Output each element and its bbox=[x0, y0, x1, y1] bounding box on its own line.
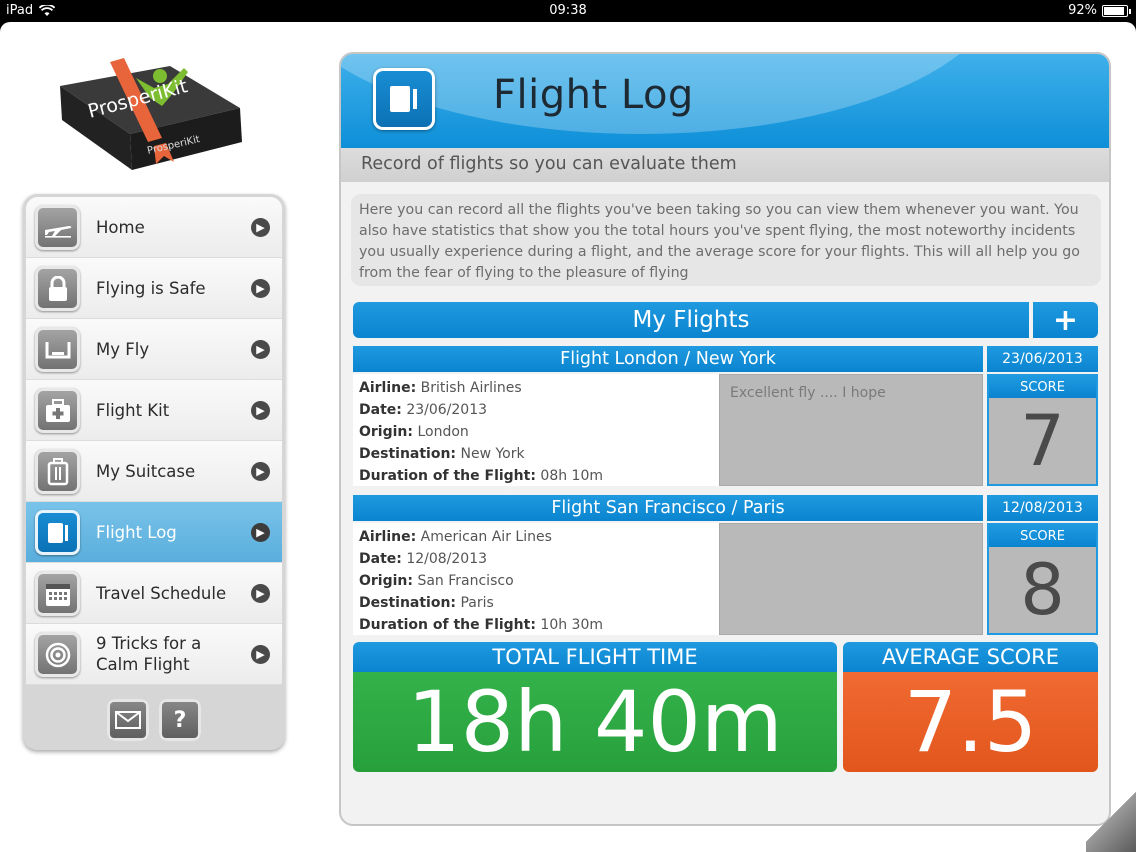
flight-log-panel: Flight Log Record of flights so you can … bbox=[339, 52, 1111, 826]
sidebar-list: Home ▶ Flying is Safe ▶ My Fly ▶ Flight … bbox=[26, 197, 282, 685]
page-description: Here you can record all the flights you'… bbox=[351, 194, 1101, 286]
chevron-right-icon: ▶ bbox=[251, 218, 270, 237]
seat-icon bbox=[35, 327, 80, 372]
sidebar-item-travel-schedule[interactable]: Travel Schedule ▶ bbox=[26, 563, 282, 624]
origin-row: Origin: London bbox=[359, 424, 469, 440]
flight-card[interactable]: Flight San Francisco / Paris 12/08/2013 … bbox=[353, 495, 1098, 637]
flight-details: Airline: American Air Lines Date: 12/08/… bbox=[353, 523, 719, 635]
chevron-right-icon: ▶ bbox=[251, 401, 270, 420]
flight-card[interactable]: Flight London / New York 23/06/2013 Airl… bbox=[353, 346, 1098, 488]
sidebar-item-flight-kit[interactable]: Flight Kit ▶ bbox=[26, 380, 282, 441]
chevron-right-icon: ▶ bbox=[251, 462, 270, 481]
sidebar-item-label: Flight Log bbox=[96, 522, 177, 542]
sidebar-item-flying-is-safe[interactable]: Flying is Safe ▶ bbox=[26, 258, 282, 319]
destination-row: Destination: New York bbox=[359, 446, 525, 462]
app-window: ProsperiKit ProsperiKit Home ▶ Flying is… bbox=[0, 22, 1136, 852]
help-button[interactable]: ? bbox=[159, 699, 201, 741]
sidebar-menu: Home ▶ Flying is Safe ▶ My Fly ▶ Flight … bbox=[23, 194, 285, 750]
sidebar-item-label: Flight Kit bbox=[96, 400, 170, 420]
score-label: SCORE bbox=[989, 525, 1096, 547]
sidebar-item-9-tricks[interactable]: 9 Tricks for a Calm Flight ▶ bbox=[26, 624, 282, 685]
battery-percent: 92% bbox=[1068, 3, 1097, 18]
origin-row: Origin: San Francisco bbox=[359, 573, 514, 589]
date-row: Date: 12/08/2013 bbox=[359, 551, 488, 567]
duration-row: Duration of the Flight: 08h 10m bbox=[359, 468, 603, 484]
score-label: SCORE bbox=[989, 376, 1096, 398]
airline-row: Airline: British Airlines bbox=[359, 380, 522, 396]
sidebar-item-my-suitcase[interactable]: My Suitcase ▶ bbox=[26, 441, 282, 502]
airplane-icon bbox=[35, 205, 80, 250]
airline-row: Airline: American Air Lines bbox=[359, 529, 552, 545]
sidebar-footer: ? bbox=[23, 690, 285, 750]
duration-row: Duration of the Flight: 10h 30m bbox=[359, 617, 603, 633]
chevron-right-icon: ▶ bbox=[251, 584, 270, 603]
status-bar: iPad 09:38 92% bbox=[0, 0, 1136, 22]
notebook-icon bbox=[35, 510, 80, 555]
first-aid-kit-icon bbox=[35, 388, 80, 433]
flight-date: 23/06/2013 bbox=[987, 346, 1098, 372]
score-box: SCORE 8 bbox=[987, 523, 1098, 635]
mail-icon bbox=[115, 711, 141, 729]
total-flight-time-label: TOTAL FLIGHT TIME bbox=[353, 642, 837, 672]
flight-title: Flight London / New York bbox=[353, 346, 983, 372]
chevron-right-icon: ▶ bbox=[251, 279, 270, 298]
chevron-right-icon: ▶ bbox=[251, 340, 270, 359]
average-score-label: AVERAGE SCORE bbox=[843, 642, 1098, 672]
sidebar-item-label: My Suitcase bbox=[96, 461, 196, 481]
sidebar-item-flight-log[interactable]: Flight Log ▶ bbox=[26, 502, 282, 563]
average-score-value: 7.5 bbox=[843, 672, 1098, 772]
flight-details: Airline: British Airlines Date: 23/06/20… bbox=[353, 374, 719, 486]
sidebar-item-home[interactable]: Home ▶ bbox=[26, 197, 282, 258]
sidebar-item-my-fly[interactable]: My Fly ▶ bbox=[26, 319, 282, 380]
prosperikit-logo: ProsperiKit ProsperiKit bbox=[60, 58, 242, 170]
sidebar-item-label: Home bbox=[96, 217, 145, 237]
average-score: AVERAGE SCORE 7.5 bbox=[843, 642, 1098, 772]
score-value: 8 bbox=[1020, 549, 1065, 631]
sidebar-item-label: My Fly bbox=[96, 339, 150, 359]
chevron-right-icon: ▶ bbox=[251, 645, 270, 664]
sidebar-item-label: 9 Tricks for a Calm Flight bbox=[96, 634, 202, 674]
lock-icon bbox=[35, 266, 80, 311]
page-title: Flight Log bbox=[493, 72, 694, 118]
my-flights-header: My Flights bbox=[353, 302, 1029, 338]
destination-row: Destination: Paris bbox=[359, 595, 494, 611]
score-value: 7 bbox=[1020, 400, 1065, 482]
notebook-icon bbox=[373, 68, 435, 130]
status-right: 92% bbox=[1068, 3, 1131, 18]
flight-date: 12/08/2013 bbox=[987, 495, 1098, 521]
help-label: ? bbox=[173, 707, 187, 733]
total-flight-time-value: 18h 40m bbox=[353, 672, 837, 772]
chevron-right-icon: ▶ bbox=[251, 523, 270, 542]
target-icon bbox=[35, 632, 80, 677]
page-subtitle: Record of flights so you can evaluate th… bbox=[341, 148, 1109, 182]
score-box: SCORE 7 bbox=[987, 374, 1098, 486]
panel-header: Flight Log bbox=[341, 54, 1109, 148]
flight-notes bbox=[719, 523, 983, 635]
page-curl[interactable] bbox=[1086, 782, 1136, 852]
calendar-icon bbox=[35, 571, 80, 616]
flight-notes: Excellent fly .... I hope bbox=[719, 374, 983, 486]
battery-icon bbox=[1102, 4, 1131, 17]
total-flight-time: TOTAL FLIGHT TIME 18h 40m bbox=[353, 642, 837, 772]
date-row: Date: 23/06/2013 bbox=[359, 402, 488, 418]
flight-title: Flight San Francisco / Paris bbox=[353, 495, 983, 521]
sidebar-item-label: Travel Schedule bbox=[96, 583, 227, 603]
clock: 09:38 bbox=[549, 3, 587, 18]
suitcase-icon bbox=[35, 449, 80, 494]
sidebar-item-label: Flying is Safe bbox=[96, 278, 206, 298]
add-flight-button[interactable]: + bbox=[1033, 302, 1098, 338]
mail-button[interactable] bbox=[107, 699, 149, 741]
